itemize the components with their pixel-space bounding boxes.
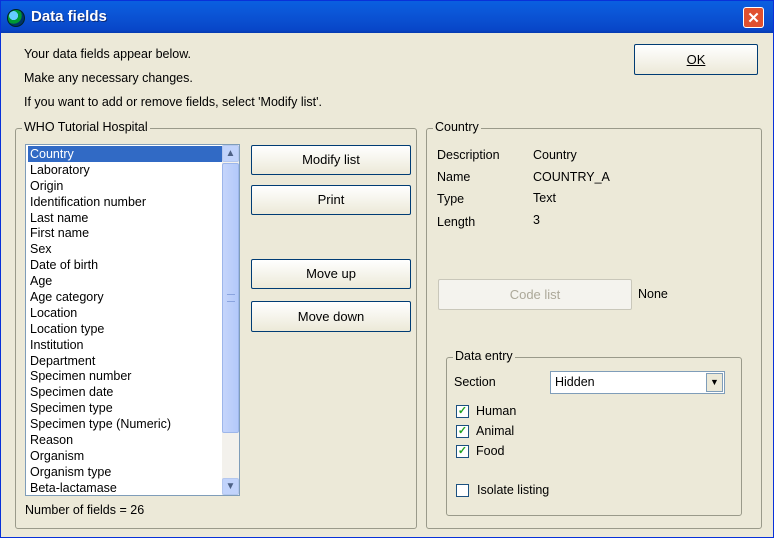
list-item[interactable]: Organism bbox=[28, 448, 222, 464]
checkmark-icon: ✓ bbox=[457, 405, 468, 417]
isolate-listing-label: Isolate listing bbox=[477, 483, 550, 497]
data-fields-dialog: Data fields ✕ Your data fields appear be… bbox=[0, 0, 774, 538]
intro-line-3: If you want to add or remove fields, sel… bbox=[24, 95, 322, 109]
section-select-value: Hidden bbox=[555, 375, 595, 389]
list-item[interactable]: Institution bbox=[28, 337, 222, 353]
description-value: Country bbox=[533, 148, 577, 162]
animal-checkbox[interactable]: ✓ bbox=[456, 425, 469, 438]
grip-icon bbox=[227, 294, 235, 302]
checkmark-icon: ✓ bbox=[457, 425, 468, 437]
globe-icon bbox=[7, 9, 25, 27]
close-button[interactable]: ✕ bbox=[743, 7, 764, 28]
list-item[interactable]: Last name bbox=[28, 210, 222, 226]
data-entry-legend: Data entry bbox=[453, 349, 515, 363]
list-item[interactable]: First name bbox=[28, 225, 222, 241]
close-icon: ✕ bbox=[747, 10, 760, 27]
fields-listbox[interactable]: Country Laboratory Origin Identification nu… bbox=[25, 144, 240, 496]
ok-button-label: OK bbox=[686, 52, 706, 67]
ok-button[interactable]: OK bbox=[634, 44, 758, 75]
intro-line-1: Your data fields appear below. bbox=[24, 47, 192, 61]
type-value: Text bbox=[533, 191, 556, 205]
list-item[interactable]: Age category bbox=[28, 289, 222, 305]
list-item[interactable]: Department bbox=[28, 353, 222, 369]
hospital-group-legend: WHO Tutorial Hospital bbox=[22, 120, 150, 134]
checkmark-icon: ✓ bbox=[457, 445, 468, 457]
chevron-up-icon: ▲ bbox=[225, 148, 236, 159]
scroll-up-button[interactable]: ▲ bbox=[222, 145, 239, 162]
code-list-value: None bbox=[638, 287, 668, 301]
list-item[interactable]: Origin bbox=[28, 178, 222, 194]
list-item[interactable]: Country bbox=[28, 146, 222, 162]
list-item[interactable]: Identification number bbox=[28, 194, 222, 210]
fields-list: Country Laboratory Origin Identification nu… bbox=[28, 146, 222, 495]
list-item[interactable]: Location type bbox=[28, 321, 222, 337]
move-down-button[interactable]: Move down bbox=[251, 301, 411, 332]
isolate-listing-checkbox[interactable] bbox=[456, 484, 469, 497]
list-item[interactable]: Specimen date bbox=[28, 384, 222, 400]
list-item[interactable]: Date of birth bbox=[28, 257, 222, 273]
food-checkbox[interactable]: ✓ bbox=[456, 445, 469, 458]
section-select[interactable]: Hidden ▼ bbox=[550, 371, 725, 394]
name-label: Name bbox=[437, 170, 471, 184]
modify-list-button[interactable]: Modify list bbox=[251, 145, 411, 175]
chevron-down-icon[interactable]: ▼ bbox=[706, 373, 723, 392]
field-properties-legend: Country bbox=[433, 120, 481, 134]
list-item[interactable]: Age bbox=[28, 273, 222, 289]
description-label: Description bbox=[437, 148, 500, 162]
human-label: Human bbox=[476, 404, 517, 418]
length-label: Length bbox=[437, 215, 476, 229]
list-item[interactable]: Specimen type bbox=[28, 400, 222, 416]
list-item[interactable]: Laboratory bbox=[28, 162, 222, 178]
move-up-button[interactable]: Move up bbox=[251, 259, 411, 289]
print-button[interactable]: Print bbox=[251, 185, 411, 215]
list-item[interactable]: Beta-lactamase bbox=[28, 480, 222, 495]
scroll-down-button[interactable]: ▼ bbox=[222, 478, 239, 495]
length-value: 3 bbox=[533, 213, 540, 227]
code-list-button[interactable]: Code list bbox=[438, 279, 632, 310]
food-label: Food bbox=[476, 444, 505, 458]
type-label: Type bbox=[437, 192, 465, 206]
list-item[interactable]: Specimen type (Numeric) bbox=[28, 416, 222, 432]
human-checkbox[interactable]: ✓ bbox=[456, 405, 469, 418]
list-item[interactable]: Sex bbox=[28, 241, 222, 257]
window-title: Data fields bbox=[31, 8, 107, 25]
section-label: Section bbox=[454, 375, 496, 389]
intro-line-2: Make any necessary changes. bbox=[24, 71, 193, 85]
list-item[interactable]: Specimen number bbox=[28, 368, 222, 384]
field-count: Number of fields = 26 bbox=[25, 503, 145, 517]
list-item[interactable]: Organism type bbox=[28, 464, 222, 480]
list-item[interactable]: Location bbox=[28, 305, 222, 321]
name-value: COUNTRY_A bbox=[533, 170, 610, 184]
chevron-down-icon: ▼ bbox=[225, 481, 236, 492]
animal-label: Animal bbox=[476, 424, 515, 438]
title-bar[interactable]: Data fields ✕ bbox=[1, 1, 773, 33]
scroll-thumb[interactable] bbox=[222, 163, 239, 433]
list-item[interactable]: Reason bbox=[28, 432, 222, 448]
list-scrollbar[interactable]: ▲ ▼ bbox=[222, 145, 239, 495]
